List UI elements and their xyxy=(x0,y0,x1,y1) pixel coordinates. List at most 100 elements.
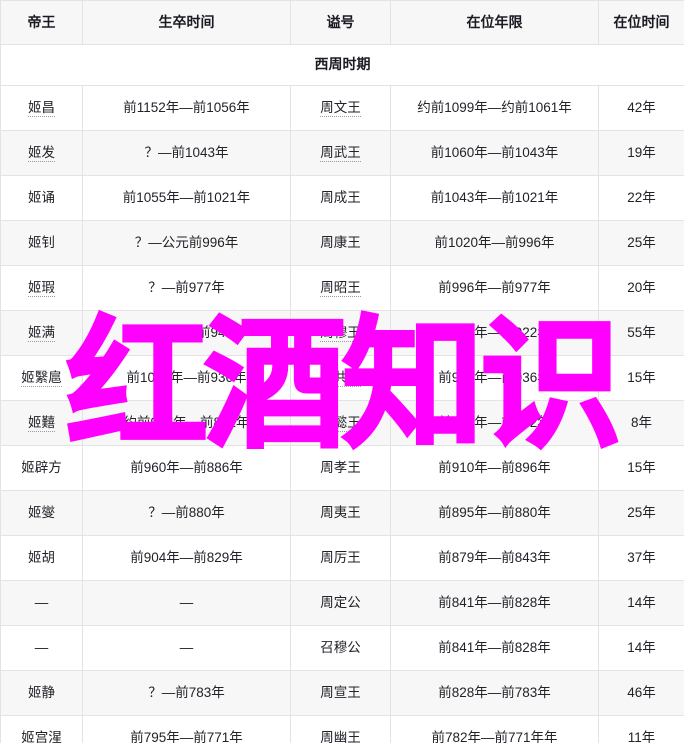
cell-reign-period: 前1060年—前1043年 xyxy=(390,130,599,176)
cell-lifespan: 约前937年—前892年 xyxy=(82,400,291,446)
cell-posthumous-link[interactable]: 周昭王 xyxy=(320,279,361,297)
table-header: 帝王 生卒时间 谥号 在位年限 在位时间 xyxy=(0,0,684,45)
cell-reign-period: 前782年—前771年年 xyxy=(390,715,599,743)
cell-reign-period: 前879年—前843年 xyxy=(390,535,599,581)
table-row: 姬诵 前1055年—前1021年 周成王 前1043年—前1021年 22年 xyxy=(0,175,684,221)
cell-reign-length: 8年 xyxy=(598,400,684,446)
cell-reign-period: 前996年—前977年 xyxy=(390,265,599,311)
cell-posthumous: 周定公 xyxy=(290,580,391,626)
cell-emperor-name: 姬满 xyxy=(0,310,83,356)
table-row: 姬钊 ？—公元前996年 周康王 前1020年—前996年 25年 xyxy=(0,220,684,266)
cell-posthumous-link[interactable]: 周武王 xyxy=(320,144,361,162)
cell-posthumous: 周幽王 xyxy=(290,715,391,743)
cell-emperor-name: 姬宫湦 xyxy=(0,715,83,743)
cell-posthumous-link[interactable]: 周共王 xyxy=(320,369,361,387)
cell-emperor-name-link[interactable]: 姬瑕 xyxy=(28,279,55,297)
cell-emperor-name: — xyxy=(0,580,83,626)
cell-reign-period: 前841年—前828年 xyxy=(390,625,599,671)
cell-emperor-name: 姬燮 xyxy=(0,490,83,536)
cell-posthumous: 周宣王 xyxy=(290,670,391,716)
cell-posthumous: 召穆公 xyxy=(290,625,391,671)
table-row: 姬宫湦 前795年—前771年周幽王 前782年—前771年年 11年 xyxy=(0,715,684,743)
cell-emperor-name: 姬静 xyxy=(0,670,83,716)
cell-reign-length: 11年 xyxy=(598,715,684,743)
cell-reign-length: 19年 xyxy=(598,130,684,176)
table-row: 姬辟方 前960年—前886年 周孝王 前910年—前896年 15年 xyxy=(0,445,684,491)
cell-reign-period: 前950年—前936年 xyxy=(390,355,599,401)
cell-reign-period: 前828年—前783年 xyxy=(390,670,599,716)
page-root: 帝王 生卒时间 谥号 在位年限 在位时间 西周时期姬昌 前1152年—前1056年… xyxy=(0,0,684,743)
cell-emperor-name-link[interactable]: 姬囏 xyxy=(28,414,55,432)
column-header-lifespan: 生卒时间 xyxy=(82,0,291,45)
cell-emperor-name: 姬诵 xyxy=(0,175,83,221)
cell-reign-period: 前841年—前828年 xyxy=(390,580,599,626)
table-row: 姬胡 前904年—前829年 周厉王 前879年—前843年 37年 xyxy=(0,535,684,581)
cell-lifespan: 前1019年—前936年 xyxy=(82,355,291,401)
cell-posthumous: 周夷王 xyxy=(290,490,391,536)
cell-reign-length: 42年 xyxy=(598,85,684,131)
cell-reign-length: 46年 xyxy=(598,670,684,716)
column-header-posthumous: 谥号 xyxy=(290,0,391,45)
cell-reign-period: 前977年—前922年 xyxy=(390,310,599,356)
cell-posthumous-link[interactable]: 周文王 xyxy=(320,99,361,117)
cell-lifespan: — xyxy=(82,625,291,671)
cell-posthumous-link[interactable]: 周幽王 xyxy=(320,729,361,743)
cell-reign-length: 55年 xyxy=(598,310,684,356)
cell-reign-length: 15年 xyxy=(598,445,684,491)
cell-emperor-name: 姬昌 xyxy=(0,85,83,131)
table-body: 西周时期姬昌 前1152年—前1056年 周文王 约前1099年—约前1061年 42年… xyxy=(0,44,684,743)
cell-emperor-name-link[interactable]: 姬昌 xyxy=(28,99,55,117)
table-row: 姬繄扈 前1019年—前936年 周共王 前950年—前936年 15年 xyxy=(0,355,684,401)
cell-emperor-name: 姬钊 xyxy=(0,220,83,266)
cell-reign-period: 前900年—前892年 xyxy=(390,400,599,446)
cell-emperor-name-link[interactable]: 姬满 xyxy=(28,324,55,342)
cell-reign-period: 约前1099年—约前1061年 xyxy=(390,85,599,131)
cell-posthumous: 周厉王 xyxy=(290,535,391,581)
table-row: 姬满 前1054年—前949年 周穆王 前977年—前922年 55年 xyxy=(0,310,684,356)
cell-lifespan: 前1152年—前1056年 xyxy=(82,85,291,131)
cell-posthumous: 周武王 xyxy=(290,130,391,176)
cell-posthumous: 周昭王 xyxy=(290,265,391,311)
cell-lifespan: 前1055年—前1021年 xyxy=(82,175,291,221)
table-row: 姬发 ？—前1043年 周武王 前1060年—前1043年 19年 xyxy=(0,130,684,176)
cell-posthumous: 周孝王 xyxy=(290,445,391,491)
cell-lifespan: 前904年—前829年 xyxy=(82,535,291,581)
cell-emperor-name: 姬辟方 xyxy=(0,445,83,491)
cell-reign-length: 25年 xyxy=(598,490,684,536)
cell-reign-period: 前1043年—前1021年 xyxy=(390,175,599,221)
cell-emperor-name-link[interactable]: 姬繄扈 xyxy=(21,369,62,387)
cell-lifespan: 前795年—前771年 xyxy=(82,715,291,743)
table-row: — — 召穆公 前841年—前828年 14年 xyxy=(0,625,684,671)
cell-posthumous: 周成王 xyxy=(290,175,391,221)
section-label: 西周时期 xyxy=(0,44,684,86)
cell-lifespan: — xyxy=(82,580,291,626)
cell-emperor-name-link[interactable]: 姬宫湦 xyxy=(21,729,62,743)
column-header-reign-length: 在位时间 xyxy=(598,0,684,45)
column-header-emperor: 帝王 xyxy=(0,0,83,45)
cell-posthumous-link[interactable]: 周穆王 xyxy=(320,324,361,342)
cell-reign-period: 前895年—前880年 xyxy=(390,490,599,536)
cell-reign-length: 25年 xyxy=(598,220,684,266)
cell-lifespan: ？—前1043年 xyxy=(82,130,291,176)
section-row-western-zhou: 西周时期 xyxy=(0,44,684,86)
cell-emperor-name: 姬胡 xyxy=(0,535,83,581)
cell-emperor-name: — xyxy=(0,625,83,671)
cell-reign-length: 22年 xyxy=(598,175,684,221)
cell-posthumous: 周共王 xyxy=(290,355,391,401)
cell-posthumous-link[interactable]: 周懿王 xyxy=(320,414,361,432)
cell-emperor-name: 姬囏 xyxy=(0,400,83,446)
table-header-row: 帝王 生卒时间 谥号 在位年限 在位时间 xyxy=(0,0,684,45)
cell-reign-length: 14年 xyxy=(598,625,684,671)
cell-reign-period: 前1020年—前996年 xyxy=(390,220,599,266)
table-row: 姬静 ？—前783年 周宣王 前828年—前783年 46年 xyxy=(0,670,684,716)
table-row: 姬瑕 ？—前977年 周昭王 前996年—前977年 20年 xyxy=(0,265,684,311)
cell-lifespan: ？—公元前996年 xyxy=(82,220,291,266)
cell-emperor-name: 姬繄扈 xyxy=(0,355,83,401)
cell-reign-length: 14年 xyxy=(598,580,684,626)
cell-emperor-name-link[interactable]: 姬发 xyxy=(28,144,55,162)
column-header-reign-period: 在位年限 xyxy=(390,0,599,45)
cell-posthumous: 周懿王 xyxy=(290,400,391,446)
cell-posthumous: 周文王 xyxy=(290,85,391,131)
cell-reign-length: 15年 xyxy=(598,355,684,401)
table-row: — — 周定公 前841年—前828年 14年 xyxy=(0,580,684,626)
